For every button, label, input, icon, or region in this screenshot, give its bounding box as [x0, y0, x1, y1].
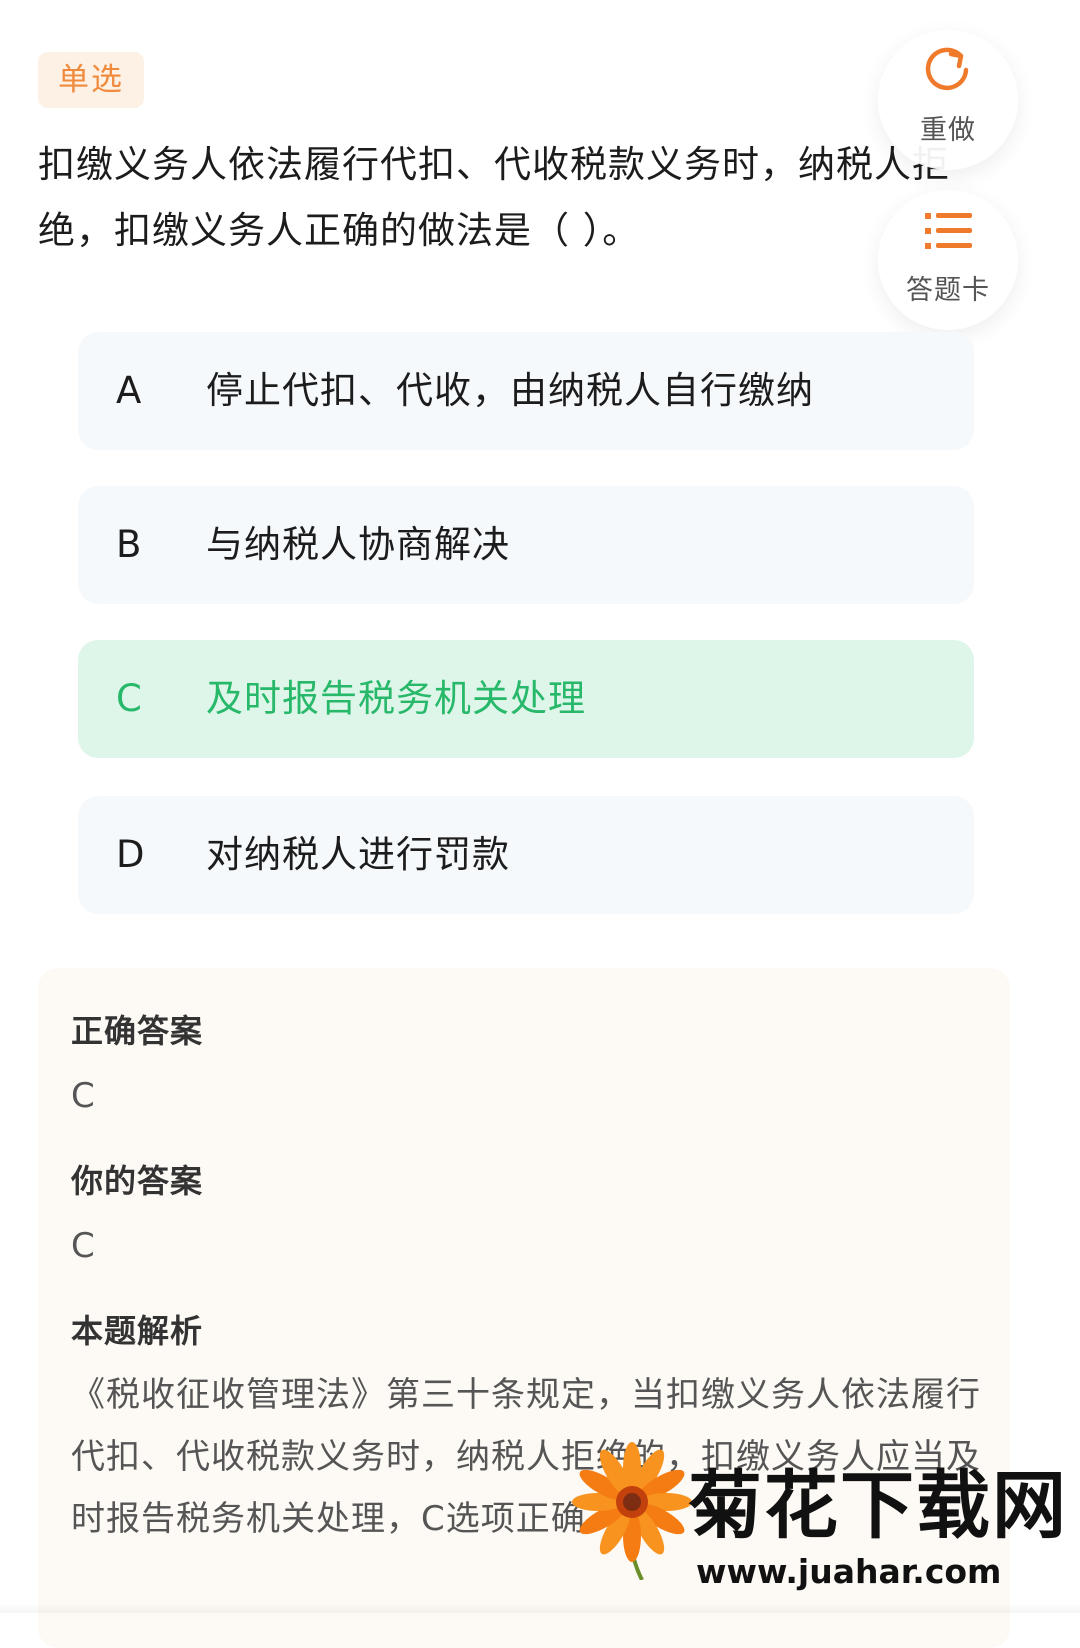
question-type-tag: 单选	[38, 52, 144, 108]
watermark: 菊花下载网 www.juahar.com	[572, 1440, 1066, 1610]
option-b[interactable]: B 与纳税人协商解决	[78, 486, 974, 604]
option-text: 及时报告税务机关处理	[206, 677, 586, 720]
your-answer-value: C	[71, 1226, 95, 1266]
watermark-title: 菊花下载网	[688, 1463, 1068, 1549]
redo-icon	[925, 47, 969, 91]
option-text: 停止代扣、代收，由纳税人自行缴纳	[206, 369, 814, 412]
option-letter: C	[116, 677, 142, 720]
question-text: 扣缴义务人依法履行代扣、代收税款义务时，纳税人拒绝，扣缴义务人正确的做法是（ ）…	[38, 143, 950, 252]
answer-card-label: 答题卡	[906, 275, 990, 306]
option-text: 对纳税人进行罚款	[206, 833, 510, 876]
option-letter: A	[116, 369, 142, 412]
redo-label: 重做	[920, 115, 976, 146]
correct-answer-value: C	[71, 1076, 95, 1116]
watermark-url: www.juahar.com	[696, 1552, 1002, 1591]
option-letter: D	[116, 833, 145, 876]
answer-card-button[interactable]: 答题卡	[878, 190, 1018, 330]
option-letter: B	[116, 523, 142, 566]
option-c[interactable]: C 及时报告税务机关处理	[78, 640, 974, 758]
bottom-bar-edge	[0, 1603, 1080, 1613]
explanation-heading: 本题解析	[71, 1312, 204, 1350]
option-d[interactable]: D 对纳税人进行罚款	[78, 796, 974, 914]
option-text: 与纳税人协商解决	[206, 523, 510, 566]
your-answer-heading: 你的答案	[71, 1162, 204, 1200]
option-a[interactable]: A 停止代扣、代收，由纳税人自行缴纳	[78, 332, 974, 450]
redo-button[interactable]: 重做	[878, 30, 1018, 170]
correct-answer-heading: 正确答案	[71, 1012, 204, 1050]
flower-logo-icon	[572, 1442, 692, 1580]
list-icon	[925, 213, 972, 249]
